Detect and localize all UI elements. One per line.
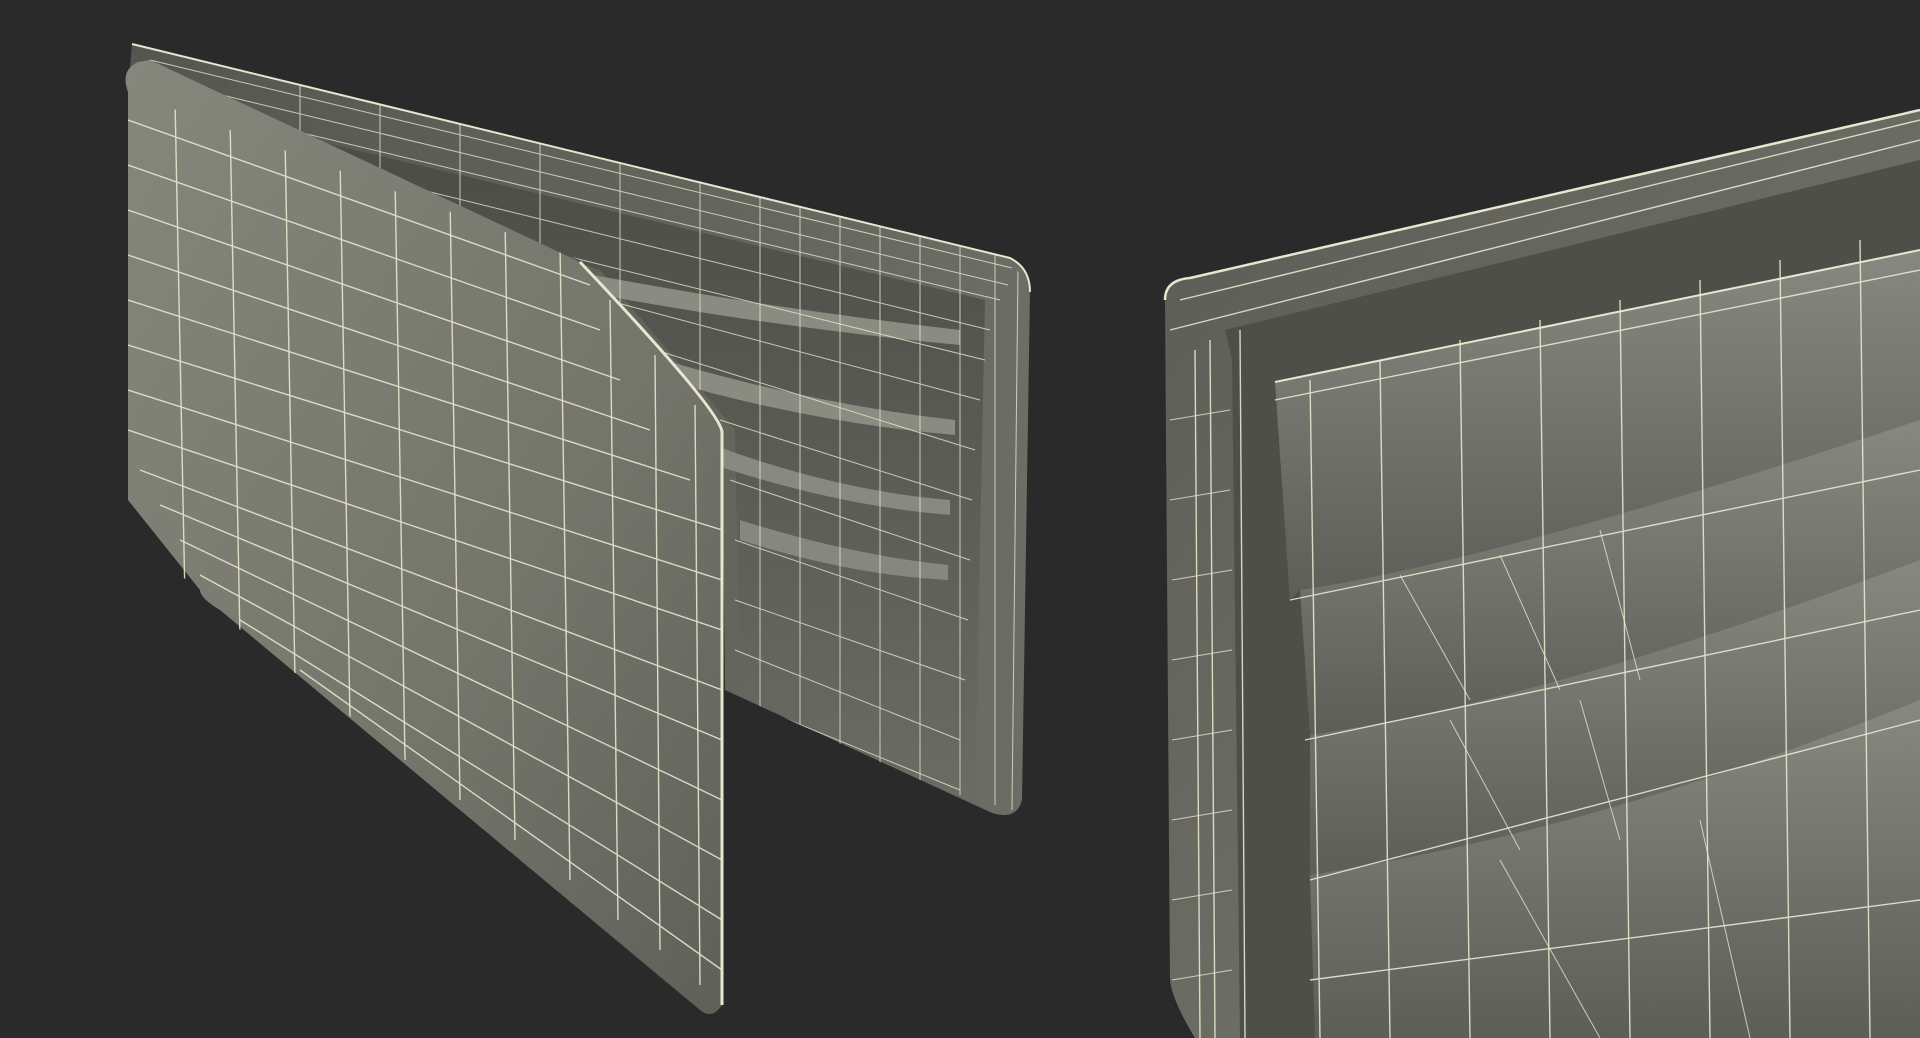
closeup-card-slots (1275, 250, 1920, 1038)
right-closeup-view (1163, 108, 1920, 1038)
wireframe-render-scene (125, 43, 1920, 1038)
left-wallet-view (125, 43, 1031, 1014)
